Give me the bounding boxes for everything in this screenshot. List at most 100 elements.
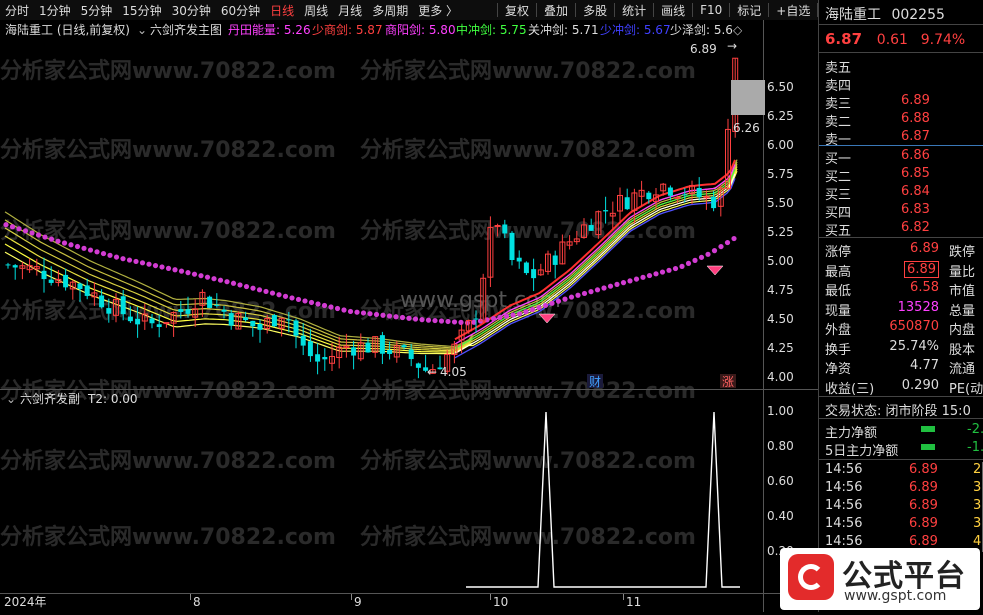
- bid-price[interactable]: 6.82: [901, 220, 930, 235]
- price-tick: 6.50: [767, 80, 794, 94]
- dantian-dot: [133, 258, 139, 265]
- dantian-dot: [243, 283, 250, 290]
- fuquan-button[interactable]: 复权: [500, 2, 534, 19]
- period-monthly[interactable]: 月线: [333, 2, 367, 19]
- stat-value: 6.89: [910, 241, 939, 256]
- stat-value: 0.290: [901, 377, 939, 393]
- dantian-dot: [165, 265, 172, 271]
- period-60min[interactable]: 60分钟: [216, 2, 265, 19]
- quote-title: 海陆重工 002255: [825, 4, 983, 23]
- dantian-dot: [126, 257, 133, 263]
- ask-price[interactable]: 6.87: [901, 129, 930, 144]
- multi-stock-button[interactable]: 多股: [578, 2, 612, 19]
- toolbar-divider: [497, 3, 499, 17]
- current-price-label: 6.26: [733, 121, 760, 135]
- stat-label: 最低: [825, 284, 852, 299]
- price-tick: 5.50: [767, 196, 794, 210]
- ask-price[interactable]: 6.89: [901, 93, 930, 108]
- dantian-dot: [536, 304, 542, 311]
- last-price: 6.87: [825, 30, 863, 48]
- chevron-down-icon: ⌄: [6, 392, 16, 406]
- tick-time: 14:56: [825, 516, 863, 531]
- stat-label: 外盘: [825, 323, 852, 338]
- tick-price: 6.89: [909, 462, 938, 477]
- dantian-dot: [542, 302, 549, 309]
- watermark-text: 分析家公式网www.70822.com: [0, 137, 336, 163]
- ask-price[interactable]: 6.88: [901, 111, 930, 126]
- dantian-dot: [282, 293, 289, 299]
- bid-label: 买一: [825, 152, 852, 167]
- dantian-dot: [302, 298, 308, 304]
- period-15min[interactable]: 15分钟: [117, 2, 166, 19]
- dantian-dot: [692, 257, 698, 263]
- add-watchlist-button[interactable]: +自选: [771, 2, 815, 19]
- tick-price: 6.89: [909, 480, 938, 495]
- dantian-dot: [412, 316, 419, 322]
- arrow-left-icon: ←: [427, 365, 437, 379]
- price-tick: 5.00: [767, 254, 794, 268]
- dantian-dot: [393, 314, 399, 320]
- dantian-dot: [490, 316, 497, 322]
- dantian-dot: [9, 224, 16, 230]
- period-weekly[interactable]: 周线: [299, 2, 333, 19]
- sub-tick: 1.00: [767, 404, 794, 418]
- mark-button[interactable]: 标记: [732, 2, 766, 19]
- dantian-dot: [620, 280, 627, 286]
- stock-title: 海陆重工 (日线,前复权): [5, 22, 130, 37]
- dantian-dot: [659, 269, 666, 275]
- bid-price[interactable]: 6.84: [901, 184, 930, 199]
- stat-label: 涨停: [825, 245, 852, 260]
- price-tick: 5.75: [767, 167, 794, 181]
- flow-label: 5日主力净额: [825, 444, 899, 459]
- arrow-right-icon: →: [727, 39, 737, 53]
- dantian-dot: [256, 287, 263, 293]
- dantian-dot: [627, 278, 633, 284]
- dantian-dot: [198, 273, 204, 279]
- sub-tick: 0.40: [767, 509, 794, 523]
- tick-price: 6.89: [909, 516, 938, 531]
- stock-name: 海陆重工: [825, 7, 881, 23]
- period-1min[interactable]: 1分钟: [34, 2, 76, 19]
- draw-button[interactable]: 画线: [656, 2, 690, 19]
- period-30min[interactable]: 30分钟: [167, 2, 216, 19]
- x-tick: 9: [354, 595, 362, 609]
- period-daily[interactable]: 日线: [265, 2, 299, 19]
- period-more[interactable]: 更多 〉: [413, 2, 463, 19]
- dantian-dot: [16, 226, 22, 232]
- dantian-dot: [308, 299, 315, 306]
- period-5min[interactable]: 5分钟: [76, 2, 118, 19]
- candle-down: [271, 313, 277, 328]
- dantian-dot: [224, 279, 230, 285]
- watermark-text: 分析家公式网www.70822.com: [360, 448, 696, 474]
- dantian-dot: [451, 319, 458, 325]
- dantian-dot: [653, 271, 659, 277]
- dantian-dot: [516, 311, 523, 317]
- stat-label: 净资: [825, 362, 852, 377]
- period-fenshi[interactable]: 分时: [0, 2, 34, 19]
- stats-button[interactable]: 统计: [617, 2, 651, 19]
- bid-price[interactable]: 6.86: [901, 148, 930, 163]
- bid-price[interactable]: 6.83: [901, 202, 930, 217]
- dantian-dot: [334, 305, 341, 312]
- kline-chart[interactable]: 分析家公式网www.70822.com 分析家公式网www.70822.com …: [0, 20, 818, 612]
- overlay-button[interactable]: 叠加: [539, 2, 573, 19]
- price-tick: 5.25: [767, 225, 794, 239]
- x-tick: 2024年: [4, 595, 47, 609]
- dantian-dot: [217, 277, 224, 283]
- period-multi[interactable]: 多周期: [367, 2, 413, 19]
- dantian-dot: [120, 256, 126, 262]
- legend-shaoze: 少泽剑: 5.6: [670, 22, 733, 37]
- watermark-text: 分析家公式网www.70822.com: [360, 524, 696, 550]
- sub-indicator-value: T2: 0.00: [87, 392, 138, 406]
- f10-button[interactable]: F10: [695, 3, 727, 17]
- dantian-dot: [731, 235, 737, 242]
- dantian-dot: [68, 242, 74, 248]
- toolbar-divider: [729, 3, 731, 17]
- stat-label-2: 总量: [949, 303, 976, 319]
- x-tick: 8: [193, 595, 201, 609]
- chart-area: 分析家公式网www.70822.com 分析家公式网www.70822.com …: [0, 20, 818, 612]
- x-tick: 11: [626, 595, 641, 609]
- dantian-dot: [406, 315, 412, 321]
- bid-price[interactable]: 6.85: [901, 166, 930, 181]
- dantian-dot: [269, 290, 276, 296]
